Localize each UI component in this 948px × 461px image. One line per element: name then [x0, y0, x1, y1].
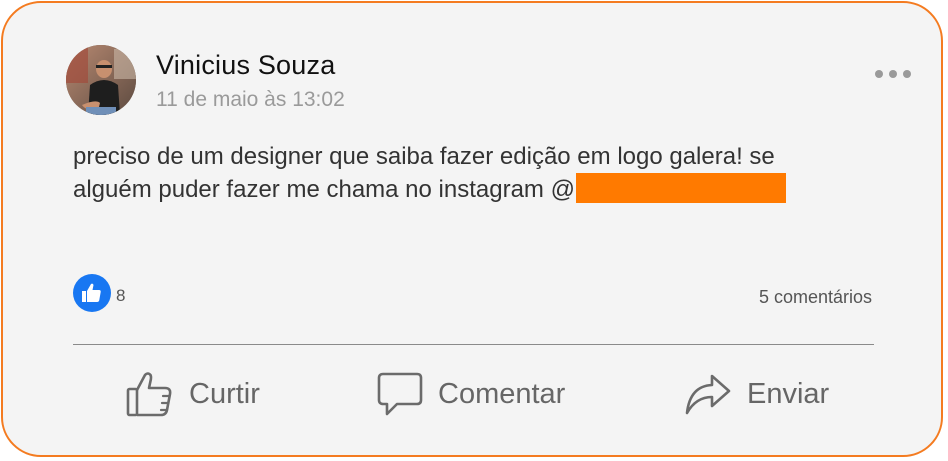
redacted-handle — [575, 173, 786, 203]
comment-button[interactable]: Comentar — [376, 369, 565, 419]
like-count[interactable]: 8 — [116, 286, 125, 306]
more-dots-icon — [875, 70, 883, 78]
author-name[interactable]: Vinicius Souza — [156, 50, 335, 81]
like-reaction-badge[interactable] — [73, 274, 111, 312]
speech-bubble-icon — [377, 372, 423, 416]
like-button[interactable]: Curtir — [125, 369, 260, 419]
like-button-label: Curtir — [189, 377, 260, 410]
post-timestamp[interactable]: 11 de maio às 13:02 — [156, 88, 345, 112]
avatar[interactable] — [66, 45, 136, 115]
post-text-line-part: alguém puder fazer me chama no instagram… — [73, 176, 575, 203]
more-dot — [903, 70, 911, 78]
thumbs-up-icon — [82, 283, 101, 302]
more-dot — [889, 70, 897, 78]
post-text-line: preciso de um designer que saiba fazer e… — [73, 143, 775, 170]
divider — [73, 344, 874, 345]
avatar-photo — [66, 45, 136, 115]
comment-button-label: Comentar — [438, 377, 566, 410]
post-text-line: alguém puder fazer me chama no instagram… — [73, 173, 853, 206]
post-text: preciso de um designer que saiba fazer e… — [73, 140, 853, 206]
share-button[interactable]: Enviar — [683, 369, 829, 419]
post-card: Vinicius Souza 11 de maio às 13:02 preci… — [1, 1, 943, 457]
comments-count-link[interactable]: 5 comentários — [759, 287, 872, 308]
thumbs-up-outline-icon — [126, 372, 172, 417]
share-button-label: Enviar — [747, 377, 830, 410]
share-arrow-icon — [685, 374, 731, 415]
more-options-button[interactable] — [875, 63, 911, 85]
